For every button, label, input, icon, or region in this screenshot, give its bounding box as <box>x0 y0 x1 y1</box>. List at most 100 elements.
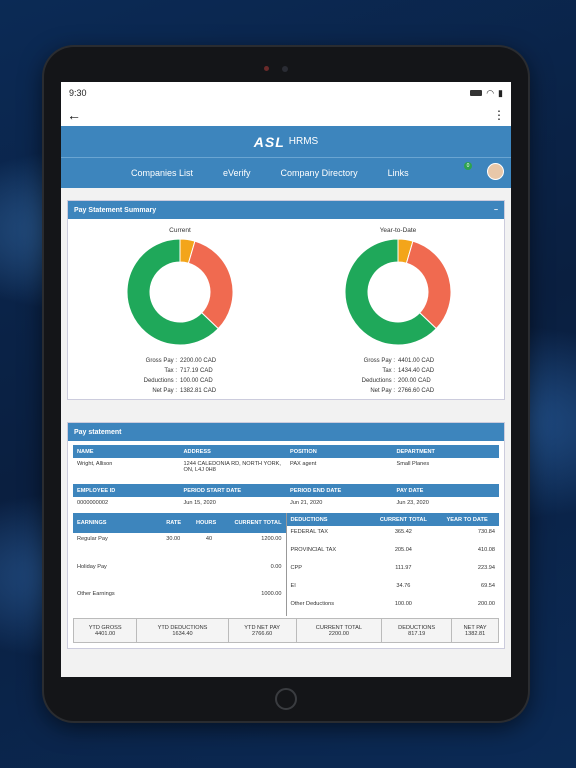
column-header: RATE <box>162 513 192 533</box>
deduction-name: PROVINCIAL TAX <box>290 547 337 553</box>
ytd-chart-block: Year-to-Date Gross Pay :4401.00 CAD Tax … <box>323 227 473 396</box>
current-chart-title: Current <box>169 227 191 234</box>
earning-rate: 30.00 <box>166 535 181 542</box>
current-donut-chart <box>126 238 234 346</box>
totals-value: 2200.00 <box>328 630 350 637</box>
legend-label: Tax : <box>382 368 395 374</box>
earnings-table: EARNINGS RATE HOURS CURRENT TOTAL Regula… <box>73 513 286 616</box>
deduction-ytd: 69.54 <box>481 583 495 589</box>
column-header: PERIOD END DATE <box>286 484 393 497</box>
legend-value: 2766.60 CAD <box>398 388 435 394</box>
pay-date: Jun 23, 2020 <box>396 500 429 506</box>
pay-summary-body: Current Gross Pay :2200.00 CAD Tax :717.… <box>68 219 504 399</box>
period-start-date: Jun 15, 2020 <box>183 500 216 506</box>
column-header: DEDUCTIONS <box>286 513 372 526</box>
totals-value: 1382.81 <box>464 630 486 637</box>
legend-value: 1434.40 CAD <box>398 368 435 374</box>
employee-info-table: NAME ADDRESS POSITION DEPARTMENT Wright,… <box>73 445 499 513</box>
totals-cell: YTD DEDUCTIONS 1634.40 <box>136 618 229 643</box>
totals-cell: YTD GROSS 4401.00 <box>72 618 138 643</box>
column-header: YEAR TO DATE <box>435 513 499 526</box>
legend-value: 1382.81 CAD <box>180 388 217 394</box>
deduction-name: CPP <box>290 565 303 571</box>
deduction-name: Other Deductions <box>290 601 335 607</box>
collapse-icon[interactable]: − <box>494 207 498 214</box>
current-legend: Gross Pay :2200.00 CAD Tax :717.19 CAD D… <box>105 356 255 396</box>
nav-companies-list[interactable]: Companies List <box>131 168 193 178</box>
legend-value: 717.19 CAD <box>180 368 213 374</box>
nav-company-directory[interactable]: Company Directory <box>281 168 358 178</box>
column-header: CURRENT TOTAL <box>226 513 286 533</box>
screen: 9:30 ◠ ▮ ← ⋮ ASL HRMS Companies List eVe… <box>61 82 511 677</box>
totals-cell: CURRENT TOTAL 2200.00 <box>295 618 383 643</box>
donut-slice-tax[interactable] <box>187 240 234 330</box>
column-header: PERIOD START DATE <box>179 484 286 497</box>
brand-name: HRMS <box>288 136 319 147</box>
legend-label: Gross Pay : <box>145 358 177 364</box>
app-header: ASL HRMS <box>61 126 511 158</box>
earning-name: Holiday Pay <box>77 563 107 570</box>
notification-badge[interactable]: 0 <box>464 162 472 170</box>
totals-value: 817.19 <box>408 630 426 637</box>
column-header: NAME <box>73 445 180 458</box>
totals-cell: NET PAY 1382.81 <box>451 618 499 643</box>
deduction-current: 111.97 <box>395 565 412 571</box>
deductions-table: DEDUCTIONS CURRENT TOTAL YEAR TO DATE FE… <box>286 513 499 616</box>
donut-slice-tax[interactable] <box>405 240 452 330</box>
ytd-chart-title: Year-to-Date <box>379 227 417 234</box>
pay-summary-header[interactable]: Pay Statement Summary − <box>68 201 504 219</box>
pay-statement-header[interactable]: Pay statement <box>68 423 504 441</box>
deduction-name: FEDERAL TAX <box>290 529 329 535</box>
legend-value: 2200.00 CAD <box>180 358 217 364</box>
deduction-current: 34.76 <box>396 583 411 589</box>
avatar[interactable] <box>487 163 504 180</box>
deduction-ytd: 223.94 <box>477 565 495 571</box>
column-header: HOURS <box>192 513 226 533</box>
back-arrow-icon[interactable]: ← <box>67 107 81 123</box>
battery-icon <box>470 90 483 96</box>
camera-lens <box>282 66 288 72</box>
column-header: ADDRESS <box>179 445 286 458</box>
earning-total: 1000.00 <box>261 591 282 598</box>
pay-statement-title: Pay statement <box>74 428 122 436</box>
signal-icon: ▮ <box>498 87 503 98</box>
employee-id: 0000000002 <box>77 500 109 506</box>
earnings-deductions-section: EARNINGS RATE HOURS CURRENT TOTAL Regula… <box>73 513 499 616</box>
pay-summary-title: Pay Statement Summary <box>74 206 157 214</box>
earning-rate <box>162 561 192 589</box>
home-button[interactable] <box>275 688 297 710</box>
status-time: 9:30 <box>69 88 87 98</box>
ytd-legend: Gross Pay :4401.00 CAD Tax :1434.40 CAD … <box>323 356 473 396</box>
earning-name: Other Earnings <box>77 591 115 598</box>
pay-statement-body: NAME ADDRESS POSITION DEPARTMENT Wright,… <box>68 441 504 648</box>
employee-address: 1244 CALEDONIA RD, NORTH YORK, ON, L4J 0… <box>183 461 281 473</box>
pay-statement-panel: Pay statement NAME ADDRESS POSITION DEPA… <box>67 422 505 649</box>
earning-rate <box>162 588 192 616</box>
legend-label: Deductions : <box>361 378 395 384</box>
overflow-menu-icon[interactable]: ⋮ <box>493 109 505 121</box>
totals-table: YTD GROSS 4401.00 YTD DEDUCTIONS 1634.40 Y… <box>72 618 499 643</box>
tablet-frame: 9:30 ◠ ▮ ← ⋮ ASL HRMS Companies List eVe… <box>44 47 528 721</box>
deduction-current: 205.04 <box>394 547 412 553</box>
deduction-ytd: 200.00 <box>477 601 495 607</box>
earning-hours <box>192 588 226 616</box>
page-content: Pay Statement Summary − Current Gross Pa… <box>61 188 511 677</box>
nav-links[interactable]: Links <box>388 168 409 178</box>
camera-sensor <box>264 66 269 71</box>
ytd-donut-chart <box>344 238 452 346</box>
earning-hours: 40 <box>205 535 213 542</box>
nav-everify[interactable]: eVerify <box>223 168 251 178</box>
wifi-icon: ◠ <box>486 87 495 98</box>
legend-value: 4401.00 CAD <box>398 358 435 364</box>
legend-value: 100.00 CAD <box>180 378 213 384</box>
column-header: POSITION <box>286 445 393 458</box>
column-header: EMPLOYEE ID <box>73 484 180 497</box>
employee-position: PAX agent <box>290 461 317 467</box>
column-header: DEPARTMENT <box>392 445 499 458</box>
deduction-ytd: 730.84 <box>477 529 495 535</box>
brand-logo: ASL <box>253 133 285 150</box>
app-bar: ← ⋮ <box>61 104 511 126</box>
column-header: PAY DATE <box>392 484 499 497</box>
employee-name: Wright, Allison <box>77 461 113 467</box>
earning-name: Regular Pay <box>77 535 108 542</box>
